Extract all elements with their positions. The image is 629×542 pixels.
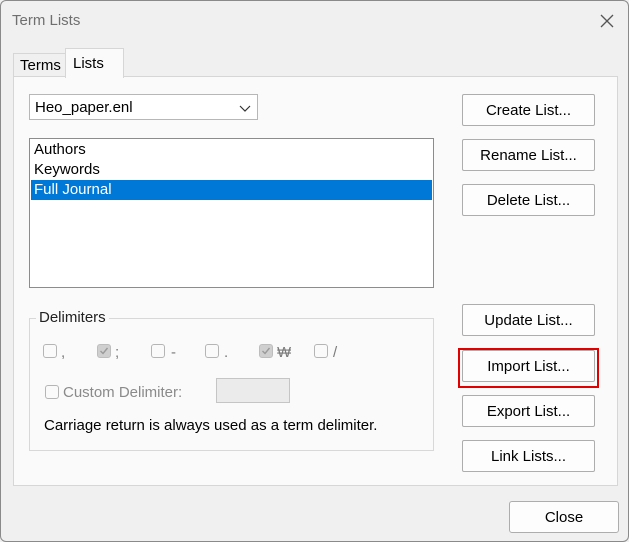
check-icon xyxy=(262,347,271,355)
list-item-authors[interactable]: Authors xyxy=(31,140,432,160)
tab-terms-label: Terms xyxy=(20,57,61,74)
term-lists-listbox[interactable]: Authors Keywords Full Journal xyxy=(29,138,434,288)
tab-lists-label: Lists xyxy=(73,55,104,72)
list-item-full-journal[interactable]: Full Journal xyxy=(31,180,432,200)
list-item-label: Keywords xyxy=(34,161,100,178)
close-button[interactable]: Close xyxy=(509,501,619,533)
link-lists-button[interactable]: Link Lists... xyxy=(462,440,595,472)
delimiters-group: Delimiters , ; - . ₩ / Custom Delimiter:… xyxy=(29,309,434,451)
delimiter-won-checkbox[interactable] xyxy=(259,344,273,358)
export-list-button[interactable]: Export List... xyxy=(462,395,595,427)
delimiter-comma-label: , xyxy=(61,344,66,361)
delimiter-semicolon-label: ; xyxy=(115,344,120,361)
create-list-button[interactable]: Create List... xyxy=(462,94,595,126)
check-icon xyxy=(100,347,109,355)
close-window-icon[interactable] xyxy=(597,11,617,31)
delimiter-won-label: ₩ xyxy=(277,344,292,361)
delimiter-semicolon-checkbox[interactable] xyxy=(97,344,111,358)
import-list-button[interactable]: Import List... xyxy=(462,350,595,382)
delimiter-hyphen-label: - xyxy=(171,344,176,361)
rename-list-button[interactable]: Rename List... xyxy=(462,139,595,171)
delimiter-comma-checkbox[interactable] xyxy=(43,344,57,358)
update-list-button[interactable]: Update List... xyxy=(462,304,595,336)
delimiters-group-label: Delimiters xyxy=(36,309,109,326)
window-title: Term Lists xyxy=(12,12,81,29)
custom-delimiter-label: Custom Delimiter: xyxy=(63,384,183,401)
delimiter-period-label: . xyxy=(224,344,229,361)
tab-terms[interactable]: Terms xyxy=(13,53,67,77)
delimiter-slash-checkbox[interactable] xyxy=(314,344,328,358)
lists-tab-panel: Heo_paper.enl Authors Keywords Full Jour… xyxy=(13,76,618,486)
delimiter-hyphen-checkbox[interactable] xyxy=(151,344,165,358)
delete-list-button[interactable]: Delete List... xyxy=(462,184,595,216)
term-lists-dialog: Term Lists Terms Lists Heo_paper.enl Aut… xyxy=(0,0,629,542)
title-bar: Term Lists xyxy=(1,1,628,39)
delimiter-slash-label: / xyxy=(333,344,338,361)
library-select[interactable]: Heo_paper.enl xyxy=(29,94,258,120)
delimiter-note: Carriage return is always used as a term… xyxy=(44,417,378,434)
list-item-label: Authors xyxy=(34,141,86,158)
delimiter-period-checkbox[interactable] xyxy=(205,344,219,358)
list-item-label: Full Journal xyxy=(34,181,112,198)
library-select-value: Heo_paper.enl xyxy=(35,99,133,116)
list-item-keywords[interactable]: Keywords xyxy=(31,160,432,180)
tab-lists[interactable]: Lists xyxy=(65,48,124,78)
chevron-down-icon xyxy=(239,101,251,113)
custom-delimiter-input[interactable] xyxy=(216,378,290,403)
custom-delimiter-checkbox[interactable] xyxy=(45,385,59,399)
